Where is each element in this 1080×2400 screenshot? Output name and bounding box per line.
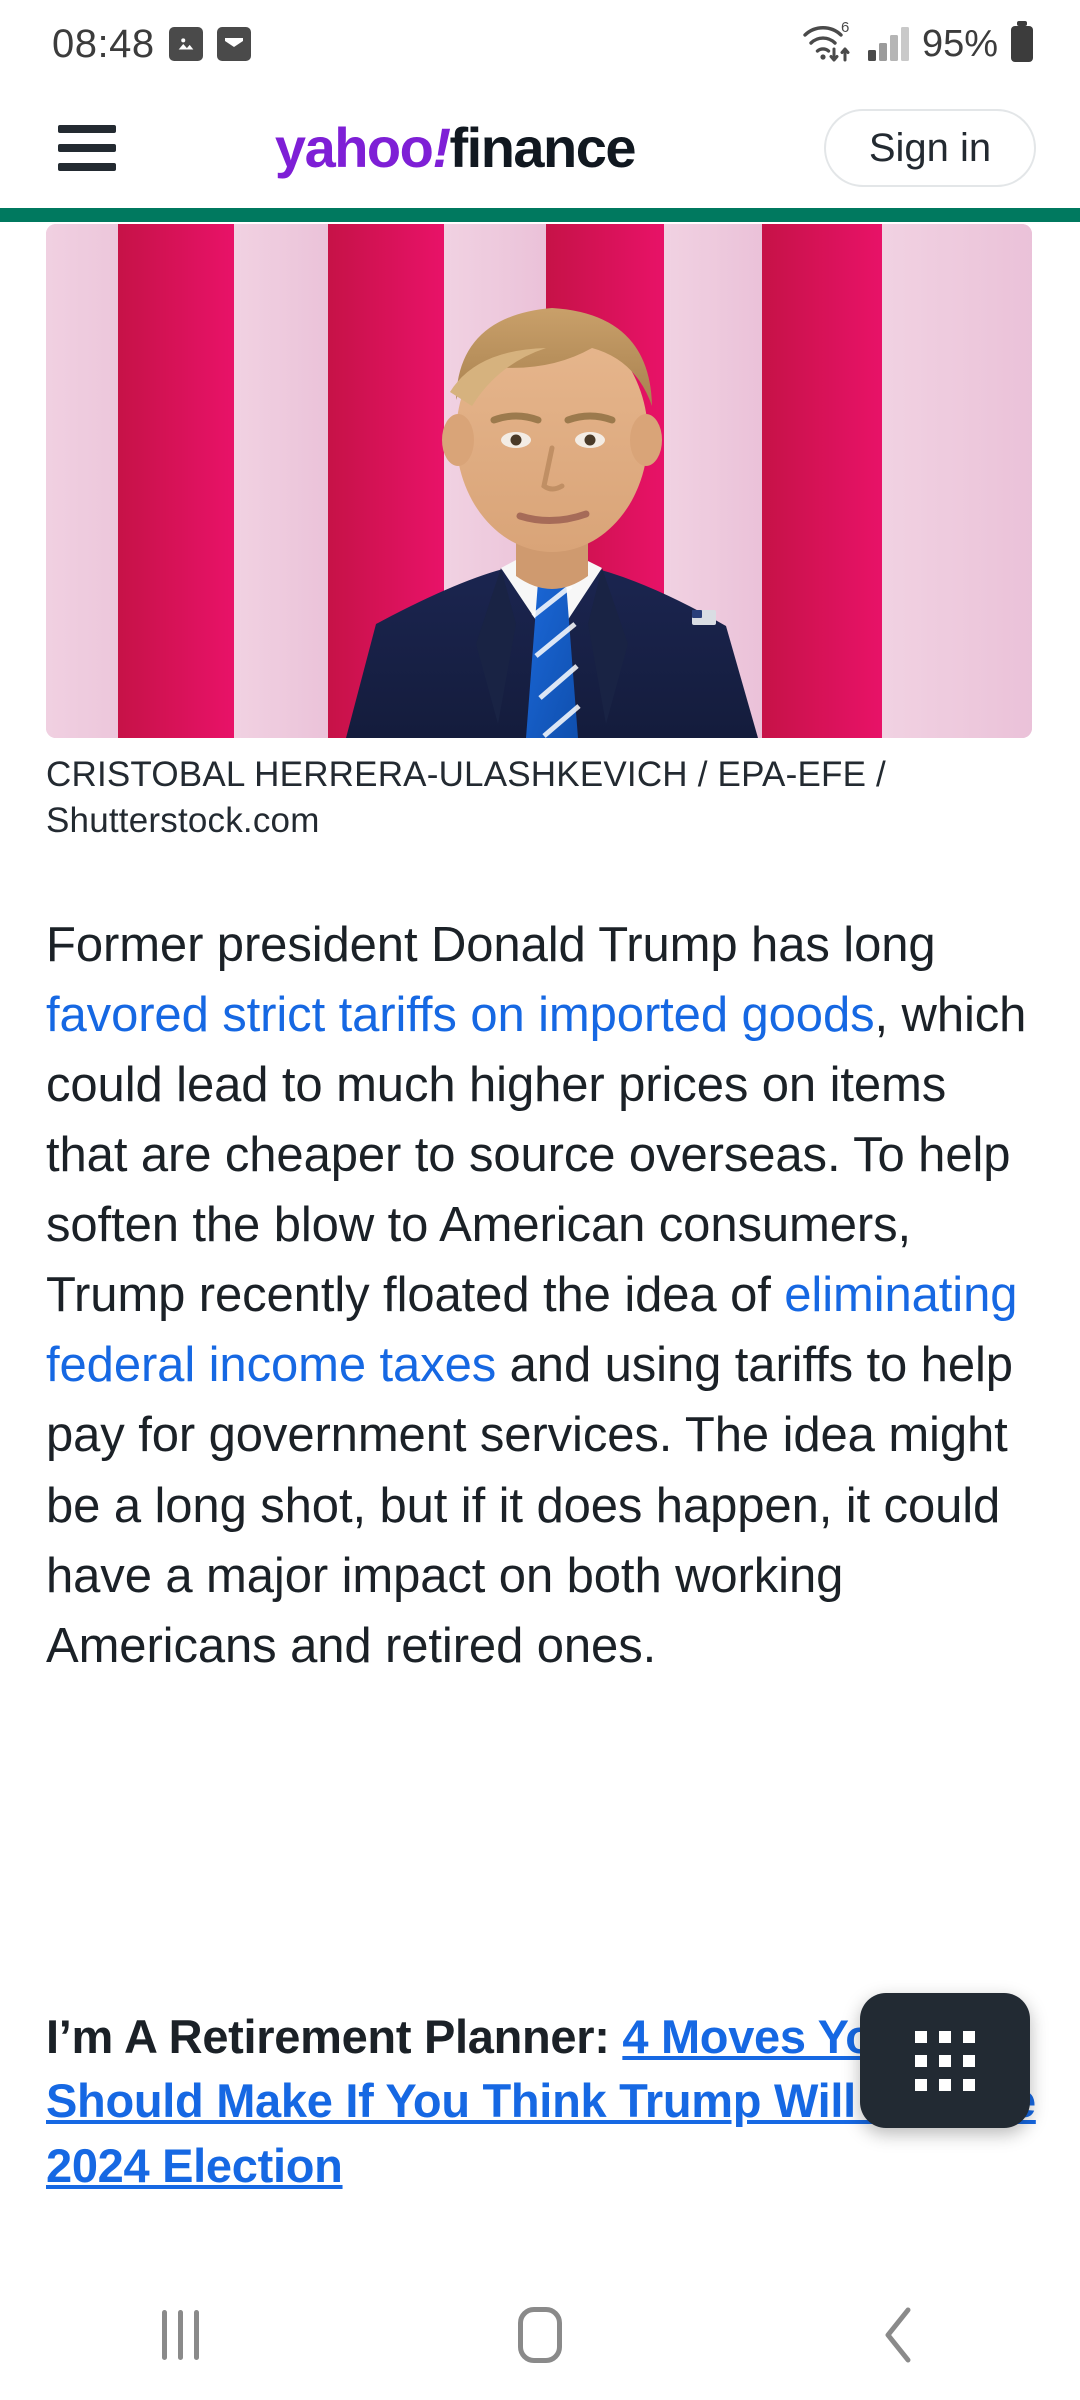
article-paragraph: Former president Donald Trump has long f… bbox=[46, 910, 1036, 1681]
logo-finance-text: finance bbox=[449, 116, 637, 179]
status-bar-left: 08:48 bbox=[52, 22, 251, 67]
back-icon[interactable] bbox=[825, 2280, 975, 2390]
site-logo[interactable]: yahoo!finance bbox=[86, 120, 824, 176]
signal-bars-icon bbox=[866, 21, 912, 68]
image-caption: CRISTOBAL HERRERA-ULASHKEVICH / EPA-EFE … bbox=[46, 755, 886, 841]
logo-yahoo-text: yahoo bbox=[274, 116, 434, 179]
paragraph-text-1: Former president Donald Trump has long bbox=[46, 918, 936, 972]
home-icon[interactable] bbox=[465, 2280, 615, 2390]
wifi6-icon: 6 bbox=[800, 18, 856, 71]
battery-percent-label: 95% bbox=[921, 22, 998, 65]
site-header: yahoo!finance Sign in bbox=[0, 88, 1080, 208]
article-hero-image bbox=[46, 224, 1032, 738]
phone-screen: 08:48 6 95% yahoo!finance Sign in CRISTO… bbox=[0, 0, 1080, 2400]
tariffs-link[interactable]: favored strict tariffs on imported goods bbox=[46, 988, 875, 1042]
apps-grid-icon[interactable] bbox=[860, 1993, 1030, 2128]
header-green-divider bbox=[0, 208, 1080, 222]
status-bar: 08:48 6 95% bbox=[0, 0, 1080, 88]
photo-icon bbox=[168, 27, 203, 61]
logo-exclamation-icon: ! bbox=[432, 116, 451, 179]
status-clock: 08:48 bbox=[52, 21, 155, 66]
svg-text:6: 6 bbox=[841, 19, 849, 36]
mail-icon bbox=[216, 27, 251, 61]
battery-icon bbox=[1008, 20, 1036, 69]
android-nav-bar bbox=[0, 2270, 1080, 2400]
sign-in-button[interactable]: Sign in bbox=[824, 109, 1036, 187]
status-bar-right: 6 95% bbox=[800, 18, 1036, 71]
apps-grid-dots bbox=[915, 2030, 975, 2091]
recents-icon[interactable] bbox=[105, 2280, 255, 2390]
promo-prefix: I’m A Retirement Planner: bbox=[46, 2010, 623, 2063]
